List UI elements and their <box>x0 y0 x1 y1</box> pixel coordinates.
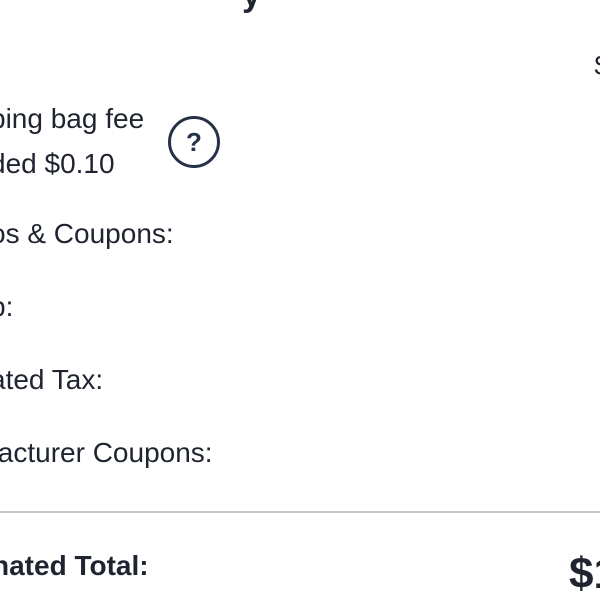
manufacturer-coupons-label: facturer Coupons: <box>0 437 213 468</box>
promos-coupons-label: os & Coupons: <box>0 218 174 249</box>
bag-fee-label: ping bag fee <box>0 103 145 134</box>
estimated-tax-label: ated Tax: <box>0 364 104 395</box>
summary-title-fragment: y <box>242 0 261 12</box>
divider <box>0 511 600 513</box>
question-help-icon[interactable]: ? <box>168 116 220 168</box>
bag-fee-added-amount: ded $0.10 <box>0 148 115 179</box>
estimated-total-value: $1 <box>569 549 600 598</box>
estimated-total-label: nated Total: <box>0 550 149 581</box>
subtotal-value: $ <box>594 44 600 89</box>
tip-label: p: <box>0 291 14 322</box>
